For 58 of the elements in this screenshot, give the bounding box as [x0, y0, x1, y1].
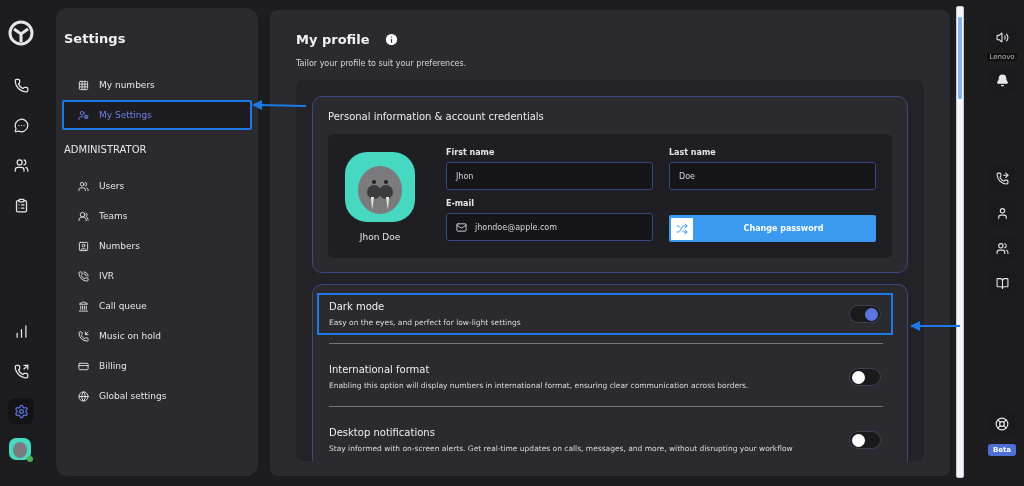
input-field[interactable]: Jhon	[446, 162, 653, 190]
annotation-arrow	[910, 321, 960, 331]
book-icon	[995, 276, 1009, 290]
setting-title: International format	[329, 364, 431, 375]
speaker-icon	[995, 31, 1009, 44]
sidebar-item[interactable]: Numbers	[62, 231, 252, 261]
bar-chart-icon	[13, 323, 29, 339]
sidebar-item[interactable]: Billing	[62, 351, 252, 381]
grid-icon	[78, 79, 89, 91]
page-title: My profile	[296, 32, 370, 47]
logo-icon	[8, 20, 34, 46]
user-cog-icon	[78, 109, 89, 121]
input-field[interactable]: jhondoe@apple.com	[446, 213, 653, 241]
card-title: Personal information & account credentials	[328, 111, 545, 122]
sidebar-item[interactable]: Call queue	[62, 291, 252, 321]
user-name: Jhon Doe	[359, 232, 401, 242]
shuffle-icon	[676, 222, 688, 235]
chat-icon	[13, 117, 29, 133]
sidebar-item[interactable]: Users	[62, 171, 252, 201]
bell-icon	[995, 74, 1009, 87]
settings-button[interactable]	[8, 398, 34, 424]
scrollbar[interactable]	[956, 6, 964, 478]
toggle-switch[interactable]	[849, 368, 881, 386]
sidebar-item[interactable]: Teams	[62, 201, 252, 231]
clipboard-icon	[13, 197, 29, 213]
field-label: E-mail	[446, 199, 475, 208]
toggle-switch[interactable]	[849, 431, 881, 449]
sidebar-item[interactable]: IVR	[62, 261, 252, 291]
field-label: Last name	[669, 148, 717, 157]
card-icon	[78, 360, 89, 372]
users-icon	[995, 241, 1009, 255]
sidebar-item[interactable]: Global settings	[62, 381, 252, 411]
toggle-switch[interactable]	[849, 305, 881, 323]
user-icon	[995, 206, 1009, 220]
section-title: ADMINISTRATOR	[64, 144, 148, 155]
field-label: First name	[446, 148, 496, 157]
settings-icon	[13, 403, 29, 419]
teams-icon	[78, 210, 89, 222]
input-field[interactable]: Doe	[669, 162, 876, 190]
globe-icon	[78, 390, 89, 402]
settings-title: Settings	[64, 31, 127, 46]
mail-icon	[456, 221, 467, 233]
walrus-avatar	[345, 152, 415, 222]
setting-title: Desktop notifications	[329, 427, 436, 438]
contact-icon	[78, 240, 89, 252]
users-icon	[78, 180, 89, 192]
lifebuoy-icon	[995, 416, 1009, 431]
sidebar-item[interactable]: My Settings	[62, 100, 252, 130]
info-icon[interactable]	[383, 32, 399, 47]
annotation-arrow	[252, 100, 306, 110]
phone-forward-icon	[995, 171, 1009, 185]
sidebar-item[interactable]: Music on hold	[62, 321, 252, 351]
phone-icon	[13, 77, 29, 93]
sidebar-item[interactable]: My numbers	[62, 70, 252, 100]
page-subtitle: Tailor your profile to suit your preferences.	[296, 59, 468, 68]
avatar-icon[interactable]	[9, 438, 33, 462]
setting-title: Dark mode	[329, 301, 386, 312]
contacts-icon	[13, 157, 29, 173]
